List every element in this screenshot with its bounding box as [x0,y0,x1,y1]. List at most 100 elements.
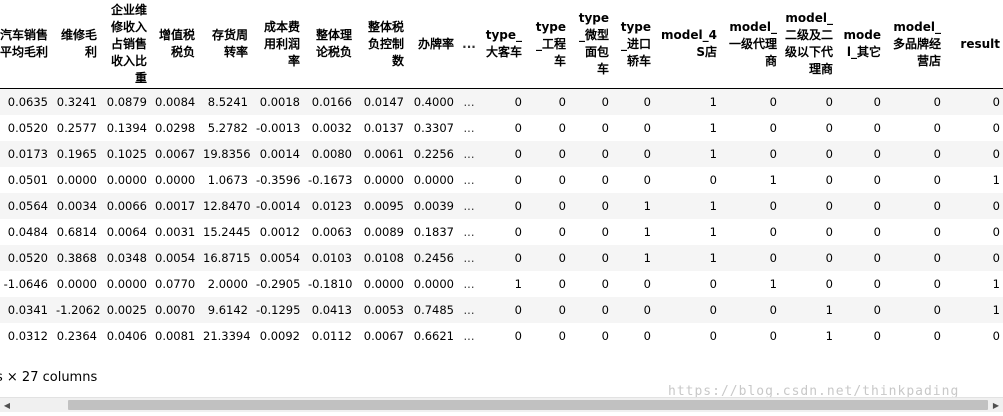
table-cell: 0.0066 [101,193,151,219]
column-header: model_4S店 [655,0,721,89]
table-cell: 0.0000 [101,271,151,297]
dataframe-shape-summary: s × 27 columns [0,370,98,385]
table-cell: ... [458,271,480,297]
scroll-right-arrow-icon[interactable]: ▶ [989,398,1003,412]
table-cell: 8.5241 [199,88,252,115]
table-cell: 0 [837,141,885,167]
table-cell: 0.0095 [356,193,408,219]
table-cell: 0.0061 [356,141,408,167]
table-cell: 0.0564 [0,193,52,219]
table-cell: 0.0298 [151,115,199,141]
table-cell: 0 [721,245,781,271]
table-cell: 0.6621 [408,323,458,349]
table-cell: 0.0770 [151,271,199,297]
scroll-left-arrow-icon[interactable]: ◀ [0,398,14,412]
table-cell: 0.0406 [101,323,151,349]
table-cell: 0.0089 [356,219,408,245]
table-cell: 0.0103 [304,245,356,271]
table-cell: 1 [721,271,781,297]
table-cell: 0 [570,297,613,323]
dataframe-table: 汽车销售平均毛利 维修毛利 企业维修收入占销售收入比重 增值税税负 存货周转率 成本费用利… [0,0,1003,349]
table-cell: 0.0348 [101,245,151,271]
table-cell: 0 [721,88,781,115]
table-cell: 0 [721,141,781,167]
table-cell: 0 [885,115,945,141]
column-header: 企业维修收入占销售收入比重 [101,0,151,89]
table-cell: ... [458,88,480,115]
table-cell: 2.0000 [199,271,252,297]
table-cell: 0 [837,219,885,245]
scrollbar-thumb[interactable] [68,400,988,410]
table-cell: -0.0014 [252,193,304,219]
table-cell: 0 [781,88,837,115]
table-cell: 21.3394 [199,323,252,349]
table-cell: 0 [781,193,837,219]
dataframe-table-container[interactable]: 汽车销售平均毛利 维修毛利 企业维修收入占销售收入比重 增值税税负 存货周转率 成本费用利… [0,0,1003,355]
table-cell: 0 [480,115,526,141]
table-cell: 0 [837,115,885,141]
table-cell: 0.0070 [151,297,199,323]
table-cell: 0.7485 [408,297,458,323]
table-cell: 0 [721,297,781,323]
column-header: 汽车销售平均毛利 [0,0,52,89]
table-cell: 0 [945,245,1003,271]
horizontal-scrollbar[interactable]: ◀ ▶ [0,397,1003,412]
table-cell: 0 [613,167,655,193]
table-cell: 1 [480,271,526,297]
table-cell: 0 [526,141,570,167]
table-cell: 0 [570,219,613,245]
table-cell: 0.0413 [304,297,356,323]
table-row: 0.0484 0.6814 0.0064 0.0031 15.2445 0.0012 0.0… [0,219,1003,245]
table-cell: 0.0000 [356,167,408,193]
table-cell: 0 [480,245,526,271]
table-cell: 1 [945,297,1003,323]
table-cell: 0 [837,297,885,323]
table-cell: ... [458,141,480,167]
table-cell: 0.2364 [52,323,101,349]
table-cell: 0 [480,323,526,349]
table-cell: 0 [885,245,945,271]
notebook-output-area: 汽车销售平均毛利 维修毛利 企业维修收入占销售收入比重 增值税税负 存货周转率 成本费用利… [0,0,1003,416]
table-cell: 0 [570,167,613,193]
table-cell: 0.3868 [52,245,101,271]
table-cell: 0.1965 [52,141,101,167]
table-cell: 0 [526,115,570,141]
table-cell: 0 [480,141,526,167]
table-cell: 0 [837,245,885,271]
table-cell: 0.0031 [151,219,199,245]
table-cell: 0 [526,271,570,297]
table-cell: -0.1810 [304,271,356,297]
table-cell: -0.0013 [252,115,304,141]
table-cell: 0 [613,297,655,323]
table-cell: 0 [885,88,945,115]
table-cell: 0 [837,193,885,219]
table-cell: 0 [570,245,613,271]
table-cell: 0 [721,219,781,245]
table-cell: 0.0012 [252,219,304,245]
table-cell: 0 [570,88,613,115]
table-cell: 0 [480,167,526,193]
table-cell: 0.0025 [101,297,151,323]
table-cell: 0 [945,323,1003,349]
table-cell: 0 [570,141,613,167]
table-cell: 5.2782 [199,115,252,141]
table-cell: 0 [885,193,945,219]
table-cell: 0.0879 [101,88,151,115]
column-header: 增值税税负 [151,0,199,89]
table-cell: 0 [480,297,526,323]
table-row: 0.0635 0.3241 0.0879 0.0084 8.5241 0.0018 0.01… [0,88,1003,115]
table-cell: ... [458,167,480,193]
table-cell: 0 [885,297,945,323]
table-cell: 0 [721,193,781,219]
table-cell: 0.0000 [356,271,408,297]
table-cell: 0.0123 [304,193,356,219]
table-cell: 0.0067 [151,141,199,167]
table-cell: 0 [885,219,945,245]
column-header: ... [458,0,480,89]
table-cell: 0 [837,88,885,115]
table-row: 0.0520 0.2577 0.1394 0.0298 5.2782 -0.0013 0.0… [0,115,1003,141]
column-header: type_大客车 [480,0,526,89]
table-cell: 0.0053 [356,297,408,323]
table-cell: 0.0108 [356,245,408,271]
table-cell: -0.1295 [252,297,304,323]
